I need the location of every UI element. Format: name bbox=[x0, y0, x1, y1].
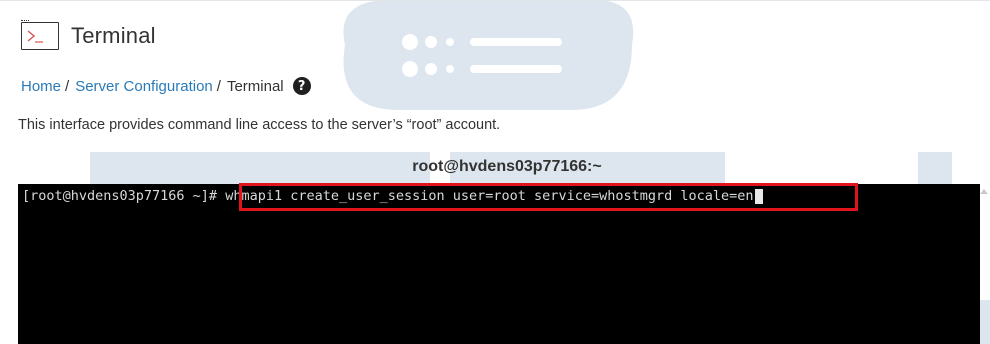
scroll-up-arrow-icon[interactable] bbox=[980, 189, 988, 194]
top-divider bbox=[0, 0, 990, 1]
breadcrumb-separator: / bbox=[65, 77, 70, 95]
terminal-command: whmapi1 create_user_session user=root se… bbox=[225, 188, 754, 204]
breadcrumb-separator: / bbox=[216, 77, 221, 95]
page: Terminal Home / Server Configuration / T… bbox=[0, 0, 990, 344]
terminal-host-label: root@hvdens03p77166:~ bbox=[412, 158, 602, 175]
breadcrumb-current: Terminal bbox=[226, 77, 284, 95]
page-header: Terminal bbox=[21, 20, 156, 50]
breadcrumb-link-home[interactable]: Home bbox=[21, 78, 61, 95]
breadcrumb: Home / Server Configuration / Terminal ? bbox=[21, 77, 311, 95]
page-description: This interface provides command line acc… bbox=[18, 117, 501, 133]
terminal-icon bbox=[21, 20, 59, 50]
terminal-prompt: [root@hvdens03p77166 ~]# bbox=[22, 188, 226, 204]
terminal-window[interactable]: [root@hvdens03p77166 ~]# whmapi1 create_… bbox=[18, 183, 980, 344]
terminal-cursor bbox=[754, 188, 763, 204]
breadcrumb-link-server-configuration[interactable]: Server Configuration bbox=[75, 78, 213, 95]
page-title: Terminal bbox=[71, 23, 156, 48]
terminal-line: [root@hvdens03p77166 ~]# whmapi1 create_… bbox=[22, 187, 763, 205]
help-icon[interactable]: ? bbox=[292, 77, 311, 95]
